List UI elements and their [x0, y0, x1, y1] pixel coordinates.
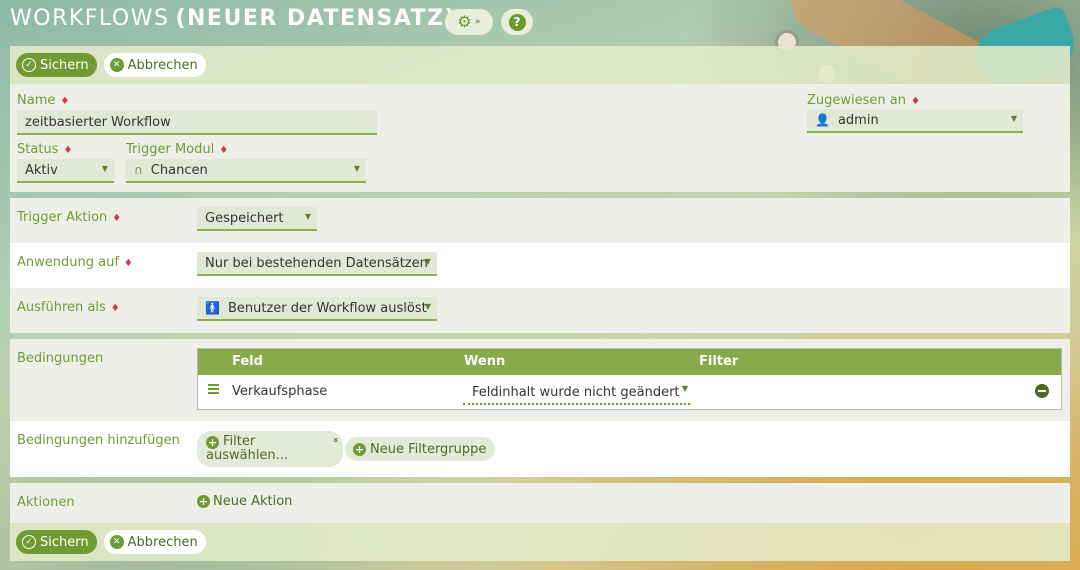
assigned-to-select[interactable]: 👤 admin ▼ — [807, 109, 1023, 133]
run-as-select[interactable]: 🚹 Benutzer der Workflow auslöst ▼ — [197, 297, 437, 321]
gear-icon: ⚙ — [457, 12, 472, 31]
help-button[interactable]: ? — [501, 9, 533, 35]
required-marker: ♦ — [219, 145, 229, 156]
table-row: Verkaufsphase Feldinhalt wurde nicht geä… — [198, 375, 1061, 410]
chevron-double-down-icon: » — [330, 437, 341, 443]
chevron-double-down-icon: » — [474, 17, 481, 27]
dropdown-arrow-icon: ▼ — [681, 384, 688, 393]
save-button[interactable]: ✓ Sichern — [16, 53, 97, 77]
assigned-to-label: Zugewiesen an ♦ — [807, 93, 920, 108]
cancel-button[interactable]: ✕ Abbrechen — [103, 53, 206, 77]
save-label: Sichern — [40, 534, 89, 550]
column-header-field: Feld — [232, 354, 263, 369]
magnet-icon: ∩ — [134, 163, 143, 177]
page-title: WORKFLOWS (NEUER DATENSATZ) — [10, 6, 456, 31]
trigger-module-label: Trigger Modul ♦ — [126, 142, 229, 157]
new-filter-group-button[interactable]: + Neue Filtergruppe — [345, 437, 496, 461]
add-conditions-section: Bedingungen hinzufügen + Filter auswähle… — [10, 421, 1070, 477]
name-label: Name ♦ — [17, 93, 70, 108]
record-subtitle: (NEUER DATENSATZ) — [175, 6, 457, 31]
required-marker: ♦ — [110, 303, 120, 314]
status-label: Status ♦ — [17, 142, 73, 157]
module-title: WORKFLOWS — [10, 6, 170, 31]
save-button[interactable]: ✓ Sichern — [16, 530, 97, 554]
dropdown-arrow-icon: ▼ — [424, 257, 431, 266]
person-icon: 🚹 — [205, 301, 220, 315]
dropdown-arrow-icon: ▼ — [101, 164, 108, 173]
new-action-link[interactable]: + Neue Aktion — [197, 494, 292, 509]
dropdown-arrow-icon: ▼ — [424, 302, 431, 311]
select-filter-label-line1: Filter — [223, 434, 256, 449]
required-marker: ♦ — [112, 213, 122, 224]
settings-menu-button[interactable]: ⚙ » — [445, 9, 493, 35]
required-marker: ♦ — [123, 258, 133, 269]
name-input[interactable]: zeitbasierter Workflow — [17, 111, 377, 135]
plus-circle-icon: + — [197, 495, 210, 508]
plus-circle-icon: + — [353, 442, 366, 456]
question-icon: ? — [508, 13, 526, 31]
dropdown-arrow-icon: ▼ — [353, 164, 360, 173]
bottom-toolbar: ✓ Sichern ✕ Abbrechen — [10, 523, 1070, 561]
run-as-row: Ausführen als ♦ 🚹 Benutzer der Workflow a… — [10, 288, 1070, 333]
top-toolbar: ✓ Sichern ✕ Abbrechen — [10, 46, 1070, 84]
user-icon: 👤 — [815, 113, 830, 127]
close-circle-icon: ✕ — [109, 535, 124, 549]
trigger-action-row: Trigger Aktion ♦ Gespeichert ▼ — [10, 198, 1070, 243]
conditions-table-header: Feld Wenn Filter — [198, 349, 1061, 375]
actions-section: Aktionen + Neue Aktion — [10, 483, 1070, 523]
remove-condition-button[interactable] — [1035, 384, 1049, 398]
run-as-label: Ausführen als ♦ — [17, 300, 120, 315]
dropdown-arrow-icon: ▼ — [1010, 114, 1017, 123]
apply-on-label: Anwendung auf ♦ — [17, 255, 133, 270]
close-circle-icon: ✕ — [109, 58, 124, 72]
title-bar: WORKFLOWS (NEUER DATENSATZ) ⚙ » ? — [0, 0, 1080, 44]
cancel-label: Abbrechen — [127, 57, 198, 73]
check-circle-icon: ✓ — [22, 58, 36, 72]
check-circle-icon: ✓ — [22, 535, 36, 549]
select-filter-button[interactable]: + Filter auswählen... » — [197, 431, 343, 467]
trigger-action-select[interactable]: Gespeichert ▼ — [197, 207, 317, 231]
conditions-label: Bedingungen — [17, 351, 104, 366]
drag-handle-icon[interactable] — [208, 384, 219, 396]
conditions-section: Bedingungen Feld Wenn Filter Verkaufspha… — [10, 339, 1070, 421]
trigger-module-select[interactable]: ∩ Chancen ▼ — [126, 159, 366, 183]
select-filter-label-line2: auswählen... — [206, 448, 289, 463]
cancel-label: Abbrechen — [127, 534, 198, 550]
apply-on-row: Anwendung auf ♦ Nur bei bestehenden Daten… — [10, 243, 1070, 288]
save-label: Sichern — [40, 57, 89, 73]
record-fields-panel: Name ♦ zeitbasierter Workflow Zugewiesen … — [10, 84, 1070, 192]
status-select[interactable]: Aktiv ▼ — [17, 159, 114, 183]
required-marker: ♦ — [911, 96, 920, 107]
conditions-table: Feld Wenn Filter Verkaufsphase Feldinhal… — [197, 348, 1062, 410]
required-marker: ♦ — [60, 96, 70, 107]
condition-when-select[interactable]: Feldinhalt wurde nicht geändert ▼ — [463, 381, 690, 405]
condition-field-value: Verkaufsphase — [232, 384, 328, 399]
dropdown-arrow-icon: ▼ — [304, 212, 311, 221]
actions-label: Aktionen — [17, 495, 75, 510]
apply-on-select[interactable]: Nur bei bestehenden Datensätzen ▼ — [197, 252, 437, 276]
column-header-when: Wenn — [464, 354, 506, 369]
trigger-action-label: Trigger Aktion ♦ — [17, 210, 122, 225]
add-conditions-label: Bedingungen hinzufügen — [17, 433, 180, 448]
required-marker: ♦ — [63, 145, 73, 156]
column-header-filter: Filter — [699, 354, 739, 369]
cancel-button[interactable]: ✕ Abbrechen — [103, 530, 206, 554]
